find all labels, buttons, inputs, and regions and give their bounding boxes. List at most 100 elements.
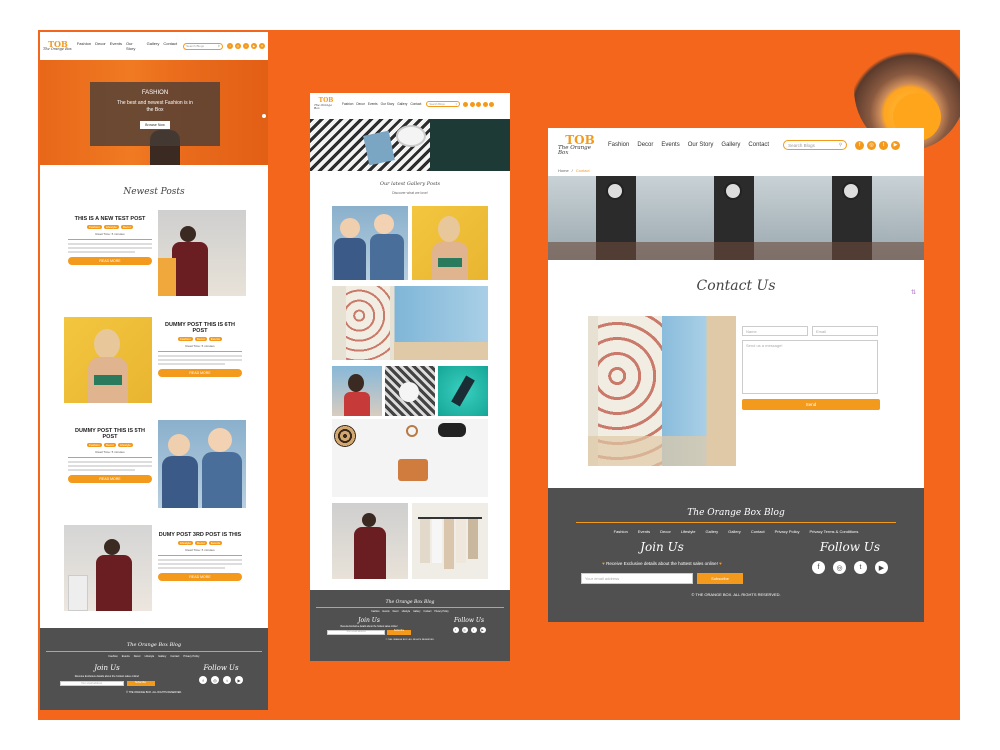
search-input[interactable]: Search Blogs ⚲ bbox=[783, 140, 848, 150]
youtube-icon[interactable]: ▶ bbox=[891, 140, 901, 150]
logo[interactable]: TOB The Orange Box bbox=[43, 40, 73, 52]
footer-link[interactable]: Gallery bbox=[728, 529, 741, 534]
gallery-image-beach-dress[interactable] bbox=[332, 286, 488, 360]
footer-link[interactable]: Privacy Terms & Conditions bbox=[810, 529, 859, 534]
post-title[interactable]: DUMY POST 3RD POST IS THIS bbox=[158, 532, 242, 538]
nav-our-story[interactable]: Our Story bbox=[688, 142, 714, 148]
footer-link[interactable]: Privacy Policy bbox=[183, 655, 199, 658]
name-field[interactable]: Name bbox=[742, 326, 808, 336]
nav-decor[interactable]: Decor bbox=[95, 41, 106, 51]
gallery-image-teal[interactable] bbox=[438, 366, 488, 416]
footer-link[interactable]: Contact bbox=[423, 611, 431, 613]
instagram-icon[interactable] bbox=[469, 101, 475, 107]
facebook-icon[interactable]: f bbox=[226, 43, 233, 49]
instagram-icon[interactable]: ◎ bbox=[461, 627, 468, 633]
heart-icon[interactable] bbox=[489, 101, 495, 107]
gallery-image-portrait[interactable] bbox=[332, 366, 382, 416]
tag[interactable]: Decor bbox=[194, 337, 207, 341]
post-title[interactable]: THIS IS A NEW TEST POST bbox=[68, 216, 152, 222]
youtube-icon[interactable]: ▶ bbox=[479, 627, 486, 633]
tag[interactable]: Fashion bbox=[87, 225, 102, 229]
footer-link[interactable]: Contact bbox=[751, 529, 765, 534]
nav-fashion[interactable]: Fashion bbox=[342, 102, 353, 106]
footer-link[interactable]: Lifestyle bbox=[681, 529, 696, 534]
logo[interactable]: TOB The Orange Box bbox=[314, 98, 338, 110]
facebook-icon[interactable]: f bbox=[199, 676, 207, 684]
footer-link[interactable]: Decor bbox=[660, 529, 671, 534]
nav-events[interactable]: Events bbox=[110, 41, 122, 51]
footer-link[interactable]: Privacy Policy bbox=[775, 529, 800, 534]
nav-gallery[interactable]: Gallery bbox=[397, 102, 407, 106]
footer-link[interactable]: Privacy Policy bbox=[434, 611, 448, 613]
nav-gallery[interactable]: Gallery bbox=[721, 142, 740, 148]
email-input[interactable]: Your email address bbox=[59, 681, 124, 686]
twitter-icon[interactable]: t bbox=[854, 561, 867, 574]
footer-link[interactable]: Fashion bbox=[109, 655, 118, 658]
read-more-button[interactable]: READ MORE bbox=[158, 573, 242, 581]
tag[interactable]: Fashion bbox=[87, 443, 102, 447]
gallery-image-shopping[interactable] bbox=[332, 503, 408, 579]
footer-link[interactable]: Fashion bbox=[614, 529, 628, 534]
instagram-icon[interactable]: ◎ bbox=[234, 43, 241, 49]
facebook-icon[interactable]: f bbox=[812, 561, 825, 574]
facebook-icon[interactable]: f bbox=[855, 140, 865, 150]
tag[interactable]: Lifestyle bbox=[177, 541, 193, 545]
footer-link[interactable]: Gallery bbox=[158, 655, 166, 658]
carousel-dot[interactable] bbox=[262, 114, 266, 118]
instagram-icon[interactable]: ◎ bbox=[867, 140, 877, 150]
tag[interactable]: Lifestyle bbox=[103, 225, 119, 229]
instagram-icon[interactable]: ◎ bbox=[211, 676, 219, 684]
tag[interactable]: Decor bbox=[103, 443, 116, 447]
post-image-1[interactable] bbox=[158, 210, 246, 296]
facebook-icon[interactable]: f bbox=[452, 627, 459, 633]
footer-link[interactable]: Gallery bbox=[705, 529, 718, 534]
post-title[interactable]: DUMMY POST THIS IS 6TH POST bbox=[158, 322, 242, 334]
footer-link[interactable]: Events bbox=[122, 655, 130, 658]
tag[interactable]: Events bbox=[208, 337, 222, 341]
gallery-image-accessories[interactable] bbox=[385, 366, 435, 416]
footer-link[interactable]: Events bbox=[383, 611, 390, 613]
post-image-2[interactable] bbox=[64, 317, 152, 403]
read-more-button[interactable]: READ MORE bbox=[68, 257, 152, 265]
footer-link[interactable]: Lifestyle bbox=[402, 611, 410, 613]
nav-decor[interactable]: Decor bbox=[356, 102, 365, 106]
read-more-button[interactable]: READ MORE bbox=[68, 475, 152, 483]
send-button[interactable]: Send bbox=[742, 399, 880, 410]
twitter-icon[interactable]: t bbox=[470, 627, 477, 633]
tag[interactable]: Events bbox=[208, 541, 223, 545]
twitter-icon[interactable]: t bbox=[242, 43, 249, 49]
email-input[interactable]: Your email address bbox=[327, 630, 385, 635]
youtube-icon[interactable] bbox=[482, 101, 488, 107]
gallery-image-clothes-rack[interactable] bbox=[412, 503, 488, 579]
footer-link[interactable]: Decor bbox=[134, 655, 141, 658]
youtube-icon[interactable]: ▶ bbox=[250, 43, 257, 49]
footer-link[interactable]: Events bbox=[638, 529, 650, 534]
youtube-icon[interactable]: ▶ bbox=[875, 561, 888, 574]
nav-our-story[interactable]: Our Story bbox=[381, 102, 395, 106]
email-field[interactable]: Email bbox=[812, 326, 878, 336]
instagram-icon[interactable]: ◎ bbox=[833, 561, 846, 574]
tag[interactable]: Lifestyle bbox=[117, 443, 133, 447]
facebook-icon[interactable] bbox=[463, 101, 469, 107]
nav-our-story[interactable]: Our Story bbox=[126, 41, 143, 51]
gallery-image-flatlay[interactable] bbox=[332, 419, 488, 497]
browse-now-button[interactable]: Browse Now bbox=[140, 121, 170, 129]
twitter-icon[interactable]: t bbox=[223, 676, 231, 684]
breadcrumb-home[interactable]: Home bbox=[558, 168, 569, 173]
nav-gallery[interactable]: Gallery bbox=[147, 41, 160, 51]
twitter-icon[interactable]: t bbox=[879, 140, 889, 150]
twitter-icon[interactable] bbox=[476, 101, 482, 107]
post-image-3[interactable] bbox=[158, 420, 246, 508]
post-title[interactable]: DUMMY POST THIS IS 5TH POST bbox=[68, 428, 152, 440]
nav-decor[interactable]: Decor bbox=[637, 142, 653, 148]
subscribe-button[interactable]: Subscribe bbox=[697, 573, 743, 584]
tag[interactable]: Fashion bbox=[178, 337, 193, 341]
message-field[interactable]: Send us a message! bbox=[742, 340, 878, 394]
tag[interactable]: Decor bbox=[194, 541, 207, 545]
heart-icon[interactable]: ♥ bbox=[258, 43, 265, 49]
footer-link[interactable]: Gallery bbox=[413, 611, 420, 613]
gallery-image-kids[interactable] bbox=[332, 206, 408, 280]
nav-fashion[interactable]: Fashion bbox=[77, 41, 91, 51]
nav-events[interactable]: Events bbox=[368, 102, 378, 106]
logo[interactable]: TOB The Orange Box bbox=[558, 134, 602, 157]
